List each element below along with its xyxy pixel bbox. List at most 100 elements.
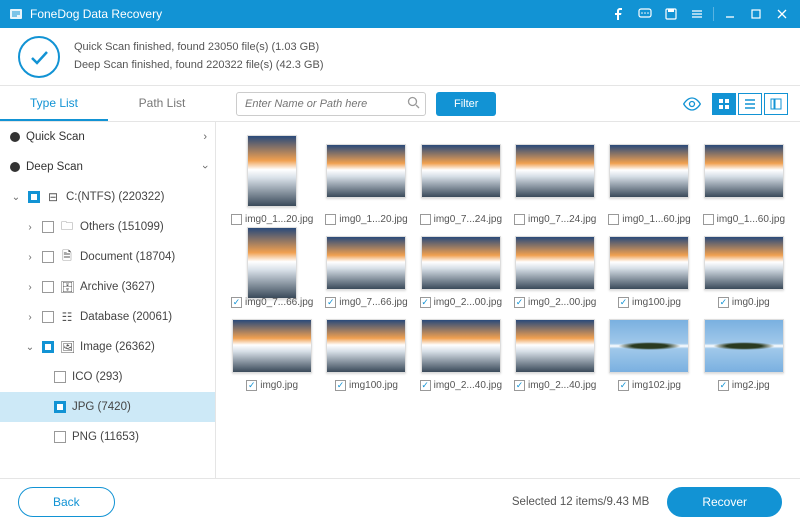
thumbnail-item[interactable]: img0.jpg — [700, 233, 788, 308]
checkbox[interactable] — [231, 297, 242, 308]
checkbox[interactable] — [42, 251, 54, 263]
checkbox[interactable] — [718, 380, 729, 391]
tree-drive[interactable]: ⌄⊟C:(NTFS) (220322) — [0, 182, 215, 212]
thumbnail-item[interactable]: img0_1...20.jpg — [322, 132, 410, 225]
thumbnail-image[interactable] — [421, 132, 501, 210]
thumbnail-item[interactable]: img100.jpg — [322, 316, 410, 391]
tab-path-list[interactable]: Path List — [108, 86, 216, 121]
checkbox[interactable] — [42, 221, 54, 233]
thumbnail-item[interactable]: img0_7...24.jpg — [511, 132, 599, 225]
thumbnail-item[interactable]: img0_2...40.jpg — [511, 316, 599, 391]
checkbox[interactable] — [42, 341, 54, 353]
preview-toggle-icon[interactable] — [682, 97, 702, 111]
tree-others[interactable]: ›🗀Others (151099) — [0, 212, 215, 242]
tree-quick-scan[interactable]: Quick Scan› — [0, 122, 215, 152]
back-button[interactable]: Back — [18, 487, 115, 517]
checkbox[interactable] — [231, 214, 242, 225]
search-input[interactable] — [236, 92, 426, 116]
view-detail-button[interactable] — [764, 93, 788, 115]
maximize-icon[interactable] — [746, 4, 766, 24]
menu-icon[interactable] — [687, 4, 707, 24]
checkbox[interactable] — [608, 214, 619, 225]
checkbox[interactable] — [514, 380, 525, 391]
thumbnail-item[interactable]: img0_1...60.jpg — [700, 132, 788, 225]
tab-type-list[interactable]: Type List — [0, 86, 108, 121]
checkbox[interactable] — [420, 297, 431, 308]
toolbar: Type List Path List Filter — [0, 86, 800, 122]
thumbnail-image[interactable] — [609, 132, 689, 210]
thumbnail-image[interactable] — [704, 233, 784, 293]
filter-button[interactable]: Filter — [436, 92, 496, 116]
thumbnail-image[interactable] — [247, 132, 297, 210]
checkbox[interactable] — [703, 214, 714, 225]
tree-image[interactable]: ⌄🖼Image (26362) — [0, 332, 215, 362]
view-grid-button[interactable] — [712, 93, 736, 115]
checkbox[interactable] — [618, 380, 629, 391]
filename: img0_1...60.jpg — [622, 214, 690, 225]
thumbnail-label: img0.jpg — [246, 380, 298, 391]
tree-jpg[interactable]: JPG (7420) — [0, 392, 215, 422]
minimize-icon[interactable] — [720, 4, 740, 24]
thumbnail-image[interactable] — [326, 233, 406, 293]
thumbnail-item[interactable]: img0_7...66.jpg — [322, 233, 410, 308]
checkbox[interactable] — [514, 214, 525, 225]
checkbox[interactable] — [54, 401, 66, 413]
thumbnail-item[interactable]: img0_1...60.jpg — [605, 132, 693, 225]
checkbox[interactable] — [420, 380, 431, 391]
thumbnail-image[interactable] — [515, 132, 595, 210]
thumbnail-item[interactable]: img102.jpg — [605, 316, 693, 391]
view-controls — [682, 93, 788, 115]
save-icon[interactable] — [661, 4, 681, 24]
filename: img100.jpg — [632, 297, 681, 308]
thumbnail-image[interactable] — [421, 316, 501, 376]
thumbnail-item[interactable]: img0_2...00.jpg — [417, 233, 505, 308]
filename: img0_2...00.jpg — [434, 297, 502, 308]
checkbox[interactable] — [514, 297, 525, 308]
search-icon[interactable] — [407, 96, 420, 109]
thumbnail-item[interactable]: img0_2...00.jpg — [511, 233, 599, 308]
thumbnail-item[interactable]: img0_1...20.jpg — [228, 132, 316, 225]
thumbnail-item[interactable]: img0_7...24.jpg — [417, 132, 505, 225]
filename: img0_1...20.jpg — [339, 214, 407, 225]
tree-ico[interactable]: ICO (293) — [0, 362, 215, 392]
checkbox[interactable] — [54, 431, 66, 443]
checkbox[interactable] — [325, 214, 336, 225]
checkbox[interactable] — [335, 380, 346, 391]
app-title: FoneDog Data Recovery — [30, 7, 162, 21]
thumbnail-image[interactable] — [704, 316, 784, 376]
thumbnail-item[interactable]: img0.jpg — [228, 316, 316, 391]
checkbox[interactable] — [42, 281, 54, 293]
thumbnail-image[interactable] — [609, 316, 689, 376]
thumbnail-item[interactable]: img100.jpg — [605, 233, 693, 308]
thumbnail-image[interactable] — [326, 132, 406, 210]
checkbox[interactable] — [618, 297, 629, 308]
thumbnail-image[interactable] — [421, 233, 501, 293]
checkbox[interactable] — [54, 371, 66, 383]
thumbnail-image[interactable] — [704, 132, 784, 210]
view-list-button[interactable] — [738, 93, 762, 115]
checkbox[interactable] — [246, 380, 257, 391]
tree-deep-scan[interactable]: Deep Scan› — [0, 152, 215, 182]
thumbnail-image[interactable] — [232, 316, 312, 376]
checkbox[interactable] — [42, 311, 54, 323]
checkbox[interactable] — [718, 297, 729, 308]
tree-document[interactable]: ›🗎Document (18704) — [0, 242, 215, 272]
thumbnail-item[interactable]: img0_2...40.jpg — [417, 316, 505, 391]
tree-archive[interactable]: ›🗄Archive (3627) — [0, 272, 215, 302]
thumbnail-image[interactable] — [515, 316, 595, 376]
thumbnail-image[interactable] — [247, 233, 297, 293]
tree-png[interactable]: PNG (11653) — [0, 422, 215, 452]
checkbox[interactable] — [28, 191, 40, 203]
thumbnail-image[interactable] — [326, 316, 406, 376]
thumbnail-item[interactable]: img2.jpg — [700, 316, 788, 391]
recover-button[interactable]: Recover — [667, 487, 782, 517]
tree-database[interactable]: ›☷Database (20061) — [0, 302, 215, 332]
close-icon[interactable] — [772, 4, 792, 24]
thumbnail-image[interactable] — [609, 233, 689, 293]
thumbnail-item[interactable]: img0_7...66.jpg — [228, 233, 316, 308]
facebook-icon[interactable] — [609, 4, 629, 24]
feedback-icon[interactable] — [635, 4, 655, 24]
checkbox[interactable] — [325, 297, 336, 308]
checkbox[interactable] — [420, 214, 431, 225]
thumbnail-image[interactable] — [515, 233, 595, 293]
